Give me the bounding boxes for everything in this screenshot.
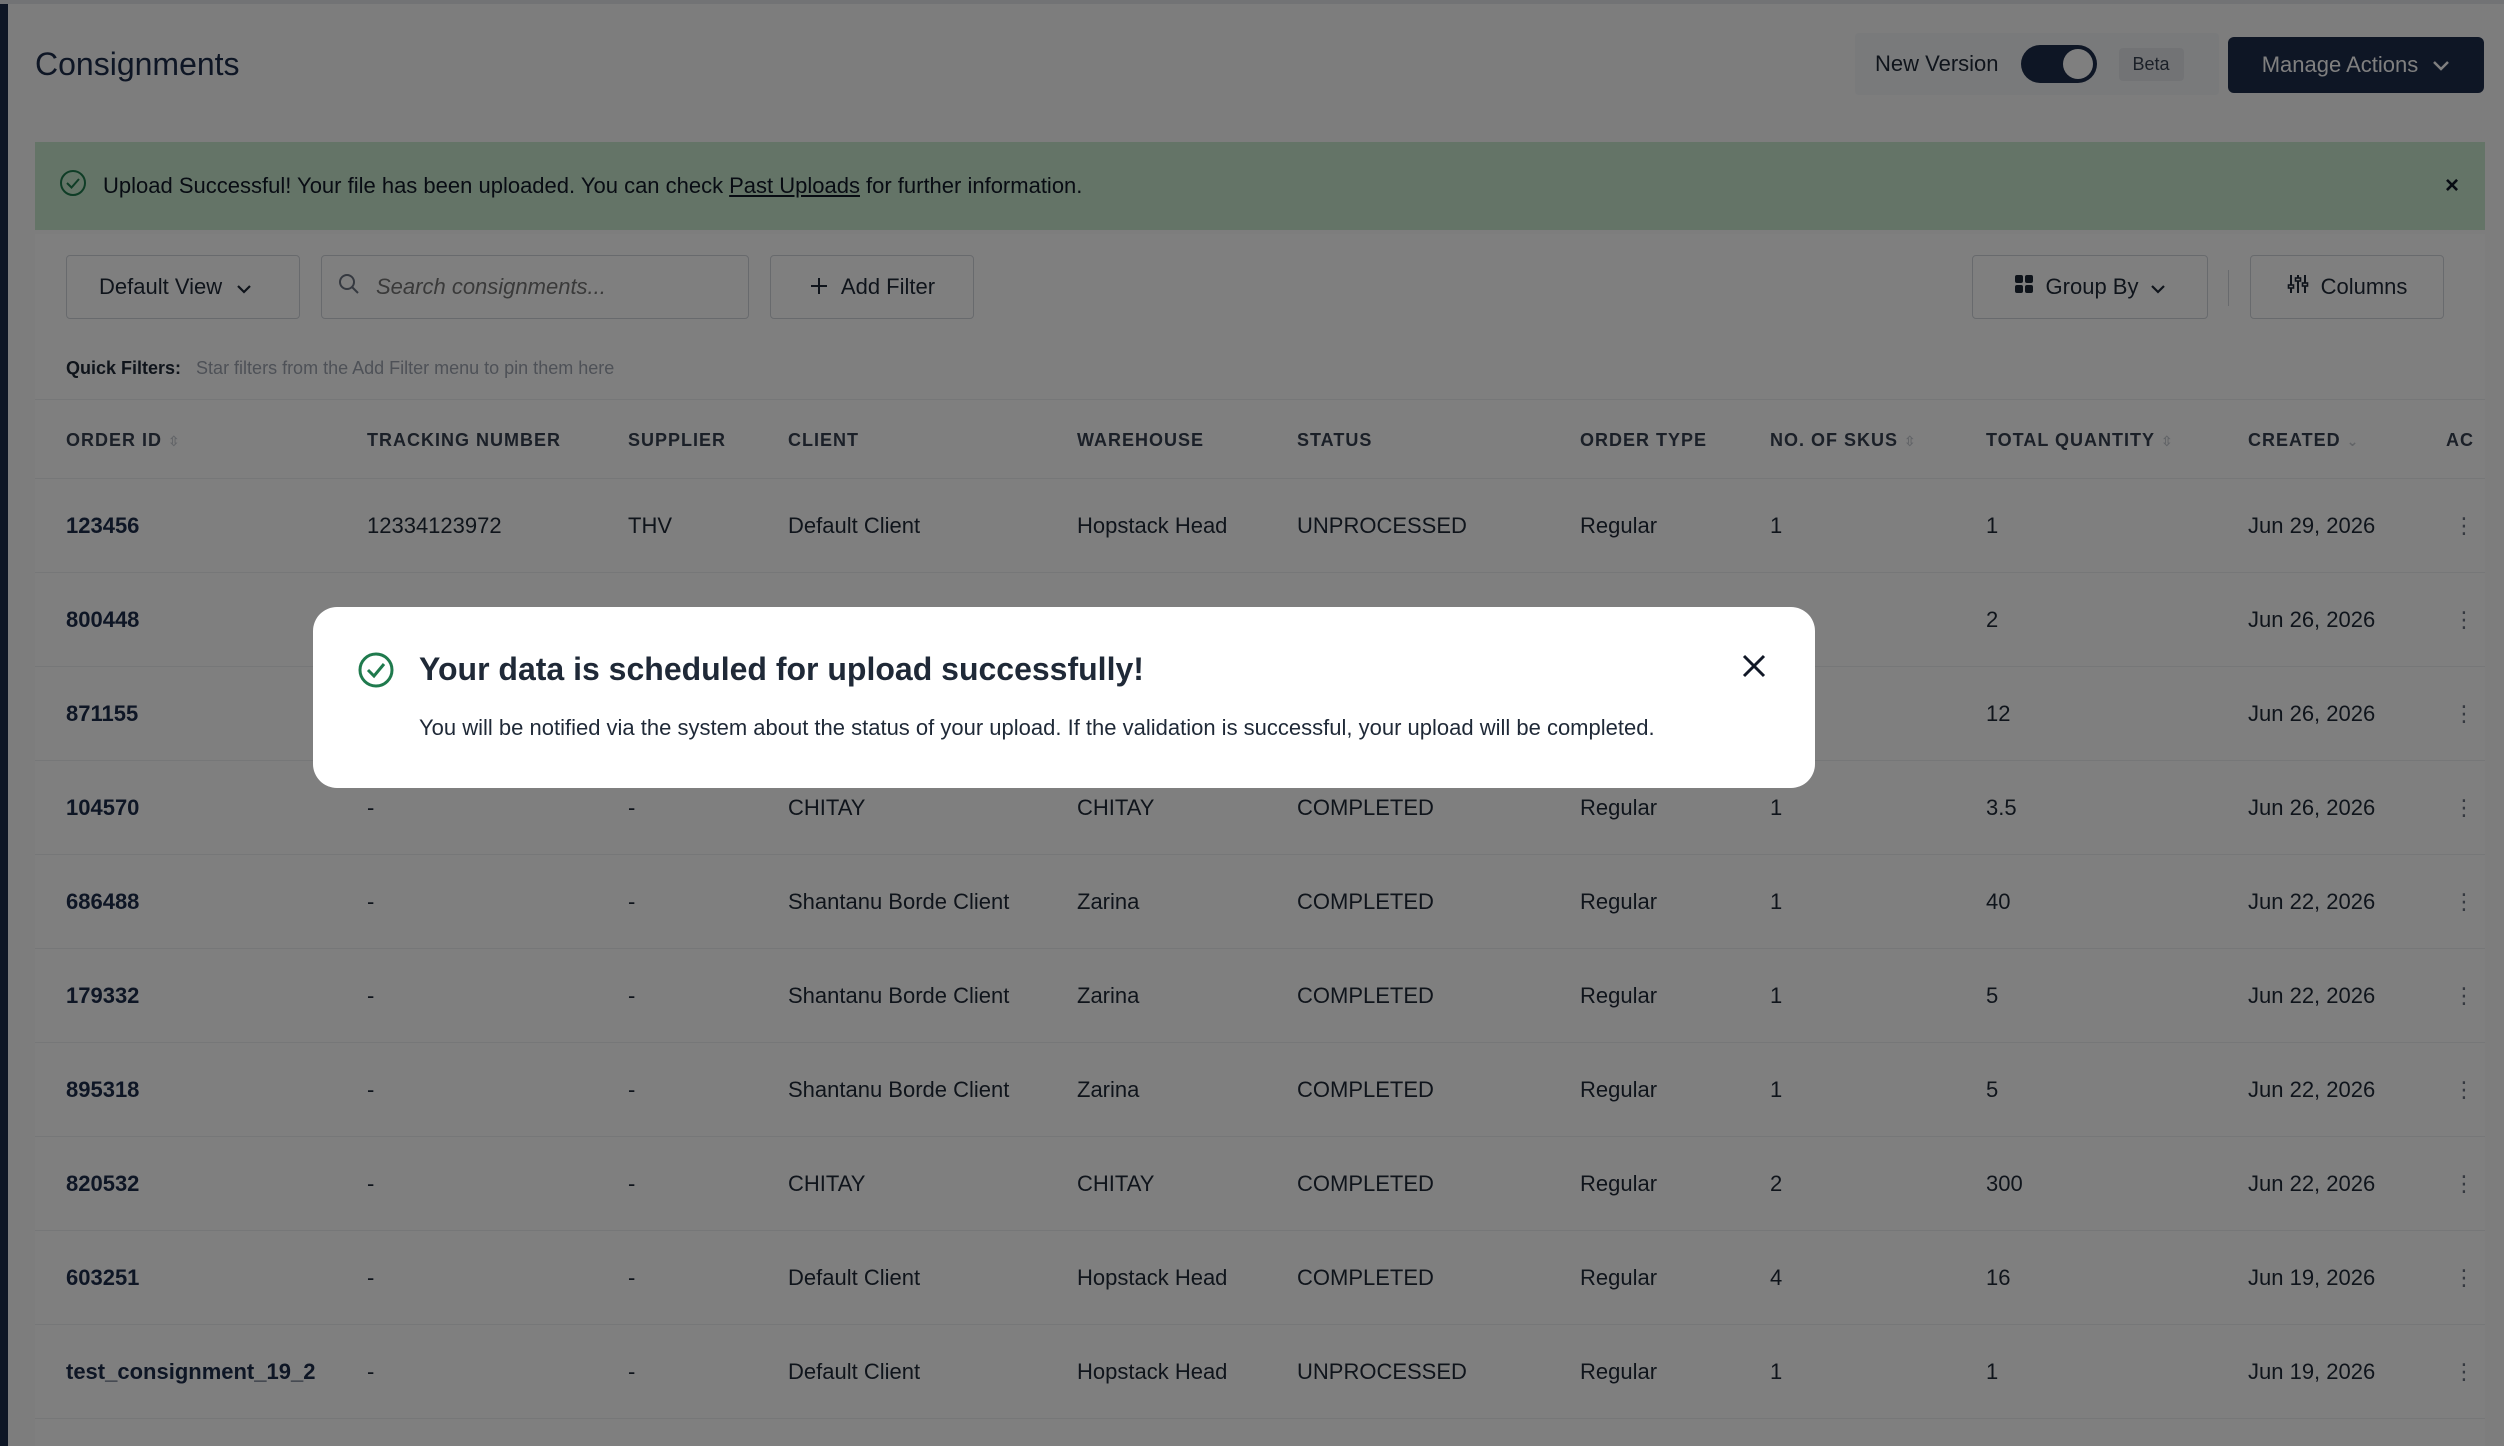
modal-message: You will be notified via the system abou… <box>419 715 1655 740</box>
upload-scheduled-modal: Your data is scheduled for upload succes… <box>313 607 1815 788</box>
modal-title: Your data is scheduled for upload succes… <box>419 651 1144 687</box>
check-circle-icon <box>357 651 395 694</box>
close-icon[interactable] <box>1739 651 1769 686</box>
